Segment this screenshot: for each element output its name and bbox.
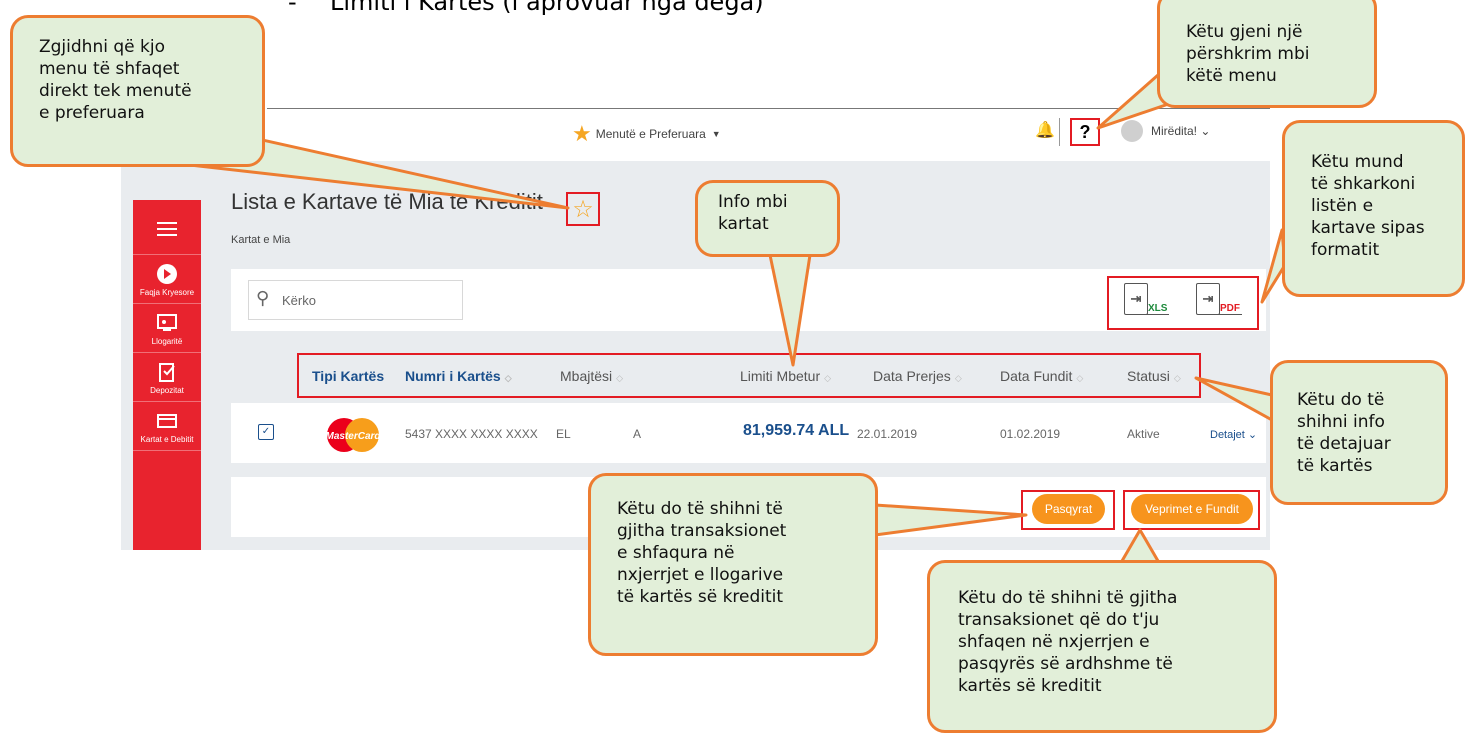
callout-line: të detajuar — [1297, 434, 1391, 455]
callout-line: Këtu mund — [1311, 152, 1404, 172]
callout-line: listën e — [1311, 196, 1374, 217]
callout-help: Këtu gjeni një përshkrim mbi këtë menu — [1157, 0, 1377, 108]
callout-line: gjitha transaksionet — [617, 521, 787, 542]
callout-line: kartave sipas — [1311, 218, 1425, 239]
callout-line: përshkrim mbi — [1186, 44, 1310, 65]
callout-line: e preferuara — [39, 103, 145, 124]
callout-line: direkt tek menutë — [39, 81, 192, 102]
callout-line: shfaqen në nxjerrjen e — [958, 632, 1150, 653]
pointer-info — [768, 253, 812, 367]
callout-line: pasqyrës së ardhshme të — [958, 654, 1173, 675]
callout-line: të kartës — [1297, 456, 1373, 477]
callout-recent: Këtu do të shihni të gjitha transaksione… — [927, 560, 1277, 733]
callout-download: Këtu mund të shkarkoni listën e kartave … — [1282, 120, 1465, 297]
callout-line: Këtu do të — [1297, 390, 1385, 410]
callout-line: kartat — [718, 214, 769, 235]
callout-line: Këtu do të shihni të — [617, 499, 783, 519]
callout-line: këtë menu — [1186, 66, 1277, 87]
pointer-statements — [873, 503, 1028, 537]
callout-line: Këtu do të shihni të gjitha — [958, 588, 1178, 608]
callout-statements: Këtu do të shihni të gjitha transaksione… — [588, 473, 878, 656]
pointer-details — [1194, 376, 1274, 422]
callout-line: të kartës së kreditit — [617, 587, 784, 608]
callout-line: shihni info — [1297, 412, 1385, 433]
callout-line: Info mbi — [718, 192, 788, 212]
callout-details: Këtu do të shihni info të detajuar të ka… — [1270, 360, 1448, 505]
callout-line: transaksionet që do t'ju — [958, 610, 1160, 631]
callout-line: menu të shfaqet — [39, 59, 180, 80]
callout-favorite: Zgjidhni që kjo menu të shfaqet direkt t… — [10, 15, 265, 167]
callout-line: të shkarkoni — [1311, 174, 1416, 195]
callout-line: formatit — [1311, 240, 1380, 261]
callout-info: Info mbi kartat — [695, 180, 840, 257]
callout-line: Zgjidhni që kjo — [39, 37, 165, 57]
callout-line: nxjerrjet e llogarive — [617, 565, 784, 586]
callout-line: Këtu gjeni një — [1186, 22, 1303, 42]
callout-line: e shfaqura në — [617, 543, 735, 564]
callout-line: kartës së kreditit — [958, 676, 1102, 697]
